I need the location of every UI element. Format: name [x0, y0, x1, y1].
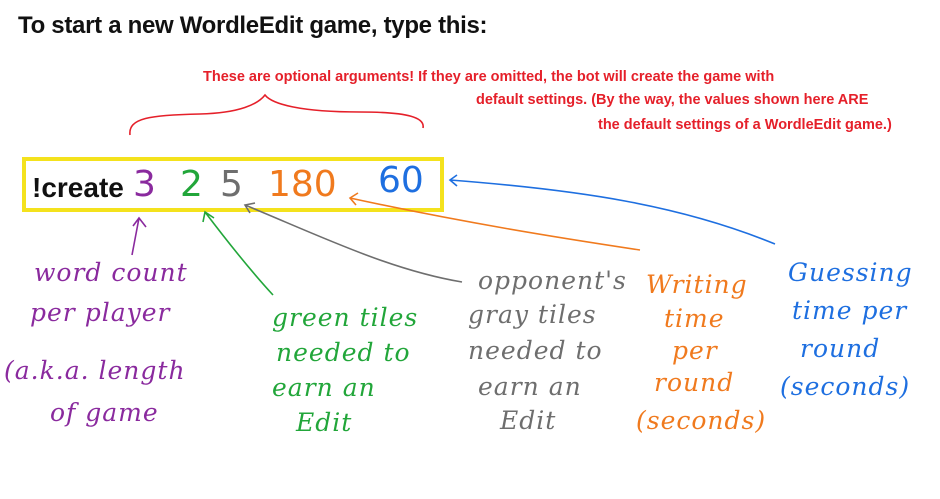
writing-time-label-line-1: Writing — [646, 270, 748, 299]
gray-tiles-label-line-5: Edit — [500, 406, 557, 435]
gray-tiles-label-line-4: earn an — [478, 372, 582, 401]
guessing-time-label-line-1: Guessing — [788, 258, 913, 287]
word-count-label-line-4: of game — [50, 398, 159, 427]
guessing-time-label-line-3: round — [800, 334, 881, 363]
guessing-time-label-line-2: time per — [792, 296, 908, 325]
green-tiles-label-line-4: Edit — [296, 408, 353, 437]
word-count-label-line-2: per player — [30, 298, 171, 327]
blue-arrow — [448, 174, 776, 245]
writing-time-label-line-4: round — [654, 368, 735, 397]
diagram-canvas: To start a new WordleEdit game, type thi… — [0, 0, 940, 499]
green-tiles-label-line-3: earn an — [272, 373, 376, 402]
gray-tiles-label-line-2: gray tiles — [468, 300, 597, 329]
orange-arrow — [348, 192, 641, 251]
word-count-label-line-1: word count — [34, 258, 188, 287]
writing-time-label-line-3: per — [672, 336, 718, 365]
green-arrow — [202, 210, 274, 296]
gray-tiles-label-line-3: needed to — [468, 336, 603, 365]
writing-time-label-line-5: (seconds) — [636, 406, 767, 435]
optional-args-brace — [129, 93, 424, 136]
gray-tiles-label-line-1: opponent's — [478, 266, 627, 295]
guessing-time-label-line-4: (seconds) — [780, 372, 911, 401]
writing-time-label-line-2: time — [664, 304, 725, 333]
word-count-label-line-3: (a.k.a. length — [4, 356, 186, 385]
green-tiles-label-line-2: needed to — [276, 338, 411, 367]
green-tiles-label-line-1: green tiles — [272, 303, 419, 332]
purple-arrow — [131, 216, 147, 256]
